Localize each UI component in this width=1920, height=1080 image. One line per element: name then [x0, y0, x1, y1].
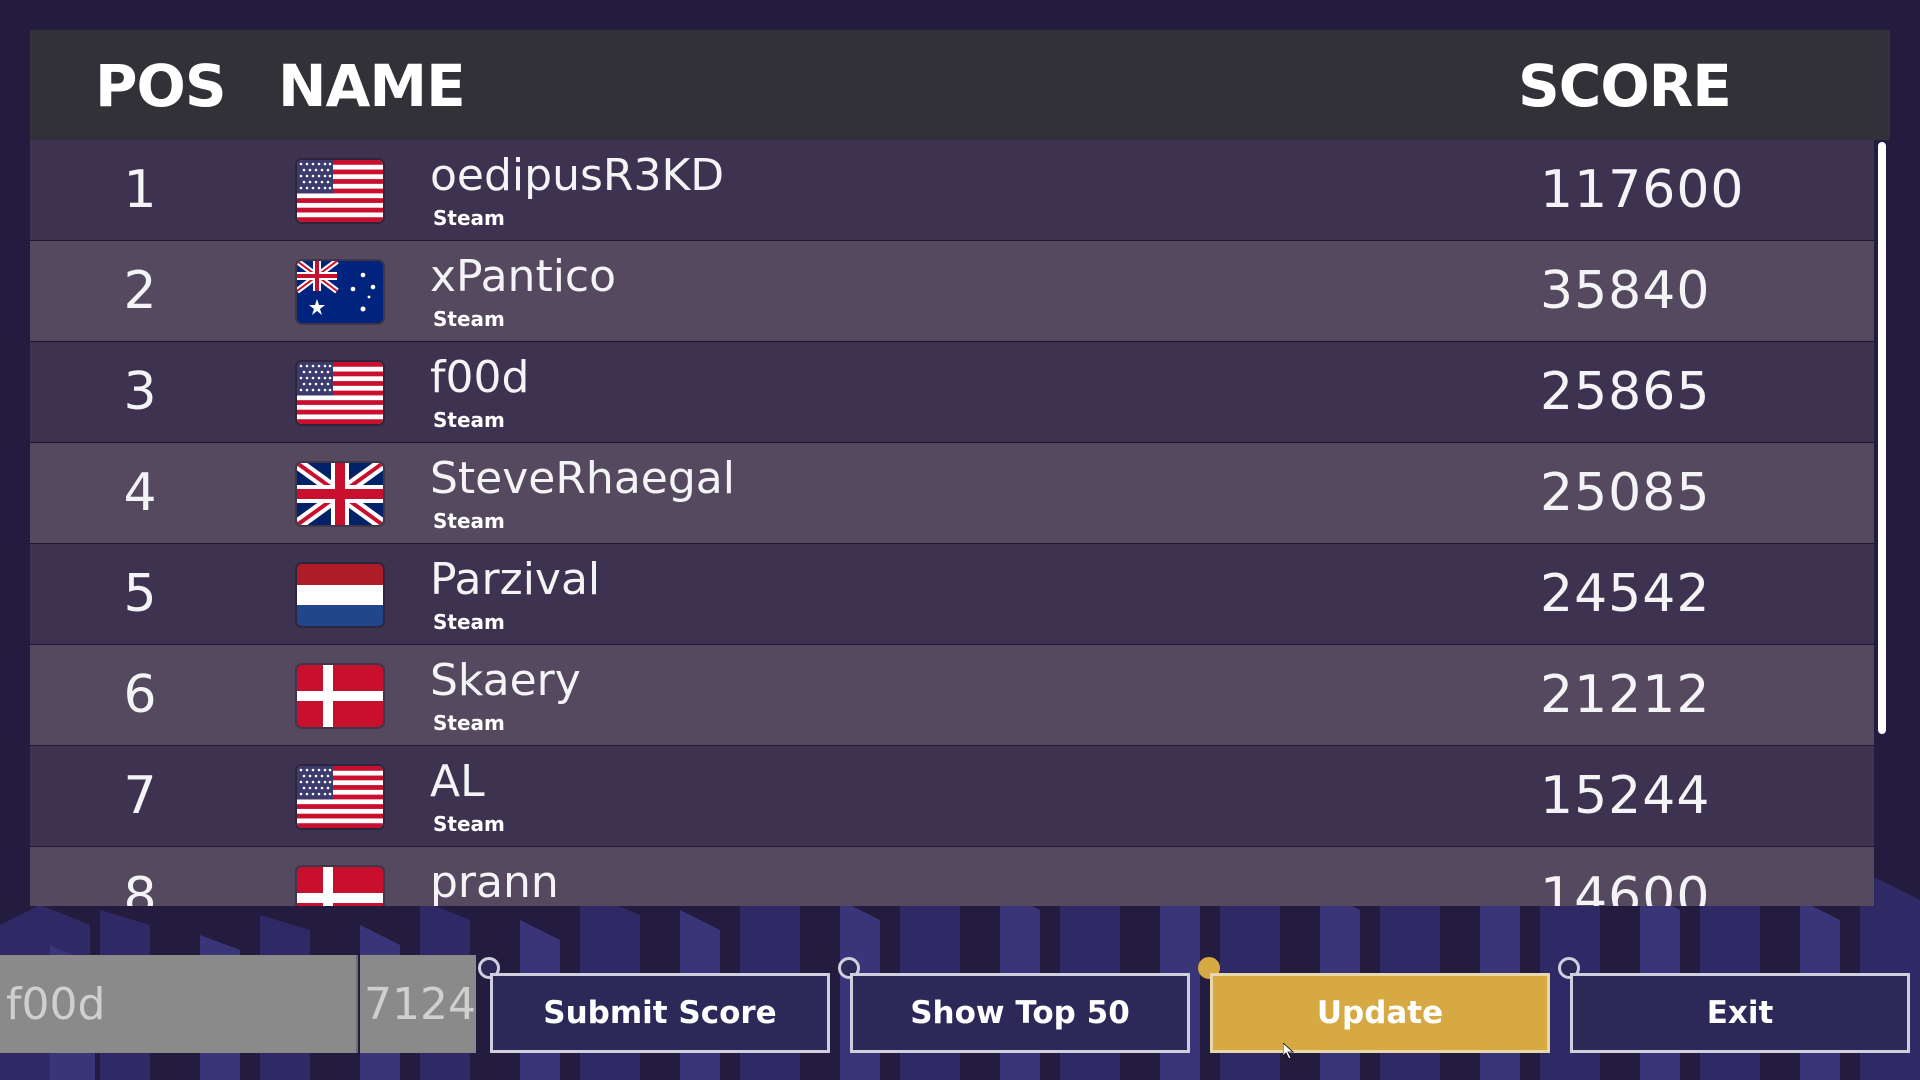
pos-column-header: POS	[95, 52, 227, 120]
united-states-flag-icon	[297, 766, 383, 828]
player-name: Parzival	[430, 554, 601, 605]
leaderboard-controls: Submit Score Show Top 50 Update Exit	[0, 955, 1920, 1055]
player-score: 21212	[1540, 665, 1711, 725]
leaderboard-scrollbar[interactable]	[1878, 142, 1886, 734]
row-position: 5	[123, 564, 157, 624]
platform-label: Steam	[433, 206, 505, 230]
player-name: oedipusR3KD	[430, 150, 725, 201]
player-name: Skaery	[430, 655, 581, 706]
leaderboard-row: 5 Parzival Steam 24542	[30, 544, 1874, 645]
leaderboard-row: 8 prann 14600	[30, 847, 1874, 906]
row-position: 2	[123, 261, 157, 321]
leaderboard-row: 4 SteveRhaegal Steam 25085	[30, 443, 1874, 544]
netherlands-flag-icon	[297, 564, 383, 626]
united-kingdom-flag-icon	[297, 463, 383, 525]
player-score: 14600	[1540, 867, 1711, 906]
mouse-cursor-icon	[1283, 1043, 1295, 1059]
united-states-flag-icon	[297, 160, 383, 222]
exit-button[interactable]: Exit	[1570, 973, 1910, 1053]
update-button[interactable]: Update	[1210, 973, 1550, 1053]
platform-label: Steam	[433, 610, 505, 634]
australia-flag-icon	[297, 261, 383, 323]
leaderboard: POS NAME SCORE 1 oedipusR3KD Steam 11760…	[30, 30, 1890, 906]
player-name: xPantico	[430, 251, 617, 302]
row-position: 4	[123, 463, 157, 523]
leaderboard-header: POS NAME SCORE	[30, 30, 1890, 140]
score-input[interactable]	[360, 955, 476, 1053]
player-name: AL	[430, 756, 485, 807]
score-column-header: SCORE	[1518, 52, 1732, 120]
row-position: 7	[123, 766, 157, 826]
platform-label: Steam	[433, 711, 505, 735]
row-position: 8	[123, 867, 157, 906]
platform-label: Steam	[433, 812, 505, 836]
platform-label: Steam	[433, 509, 505, 533]
leaderboard-list[interactable]: 1 oedipusR3KD Steam 117600 2 xPantico St…	[30, 140, 1874, 906]
exit-label: Exit	[1706, 995, 1774, 1031]
platform-label: Steam	[433, 408, 505, 432]
leaderboard-row: 7 AL Steam 15244	[30, 746, 1874, 847]
player-score: 25085	[1540, 463, 1711, 523]
submit-score-button[interactable]: Submit Score	[490, 973, 830, 1053]
denmark-flag-icon	[297, 867, 383, 906]
submit-score-label: Submit Score	[543, 995, 777, 1031]
leaderboard-row: 3 f00d Steam 25865	[30, 342, 1874, 443]
update-label: Update	[1316, 995, 1444, 1031]
row-position: 3	[123, 362, 157, 422]
player-score: 15244	[1540, 766, 1711, 826]
player-name: prann	[430, 857, 559, 906]
show-top-50-button[interactable]: Show Top 50	[850, 973, 1190, 1053]
player-score: 25865	[1540, 362, 1711, 422]
united-states-flag-icon	[297, 362, 383, 424]
leaderboard-row: 6 Skaery Steam 21212	[30, 645, 1874, 746]
platform-label: Steam	[433, 307, 505, 331]
show-top-50-label: Show Top 50	[910, 995, 1130, 1031]
name-column-header: NAME	[278, 52, 466, 120]
player-name-input[interactable]	[0, 955, 358, 1053]
leaderboard-row: 2 xPantico Steam 35840	[30, 241, 1874, 342]
player-name: SteveRhaegal	[430, 453, 735, 504]
player-name: f00d	[430, 352, 530, 403]
row-position: 6	[123, 665, 157, 725]
denmark-flag-icon	[297, 665, 383, 727]
row-position: 1	[123, 160, 157, 220]
player-score: 117600	[1540, 160, 1745, 220]
player-score: 35840	[1540, 261, 1711, 321]
leaderboard-row: 1 oedipusR3KD Steam 117600	[30, 140, 1874, 241]
player-score: 24542	[1540, 564, 1711, 624]
